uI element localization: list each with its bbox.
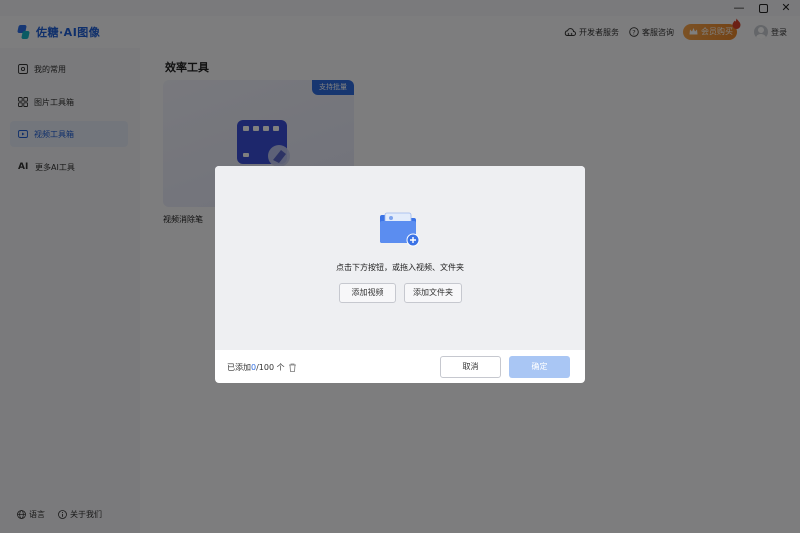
folder-add-icon bbox=[380, 212, 420, 247]
add-video-button[interactable]: 添加视频 bbox=[339, 283, 396, 303]
trash-icon[interactable] bbox=[288, 363, 297, 372]
added-count: 已添加 0 /100 个 bbox=[227, 362, 297, 373]
add-video-dialog: 点击下方按钮，或拖入视频、文件夹 添加视频 添加文件夹 已添加 0 /100 个… bbox=[215, 166, 585, 383]
added-count-suffix: /100 个 bbox=[256, 363, 285, 372]
confirm-button[interactable]: 确定 bbox=[509, 356, 570, 378]
cancel-button[interactable]: 取消 bbox=[440, 356, 501, 378]
added-count-prefix: 已添加 bbox=[227, 363, 251, 372]
drop-zone[interactable]: 点击下方按钮，或拖入视频、文件夹 添加视频 添加文件夹 bbox=[215, 166, 585, 350]
add-folder-button[interactable]: 添加文件夹 bbox=[404, 283, 462, 303]
drop-hint: 点击下方按钮，或拖入视频、文件夹 bbox=[336, 263, 464, 272]
